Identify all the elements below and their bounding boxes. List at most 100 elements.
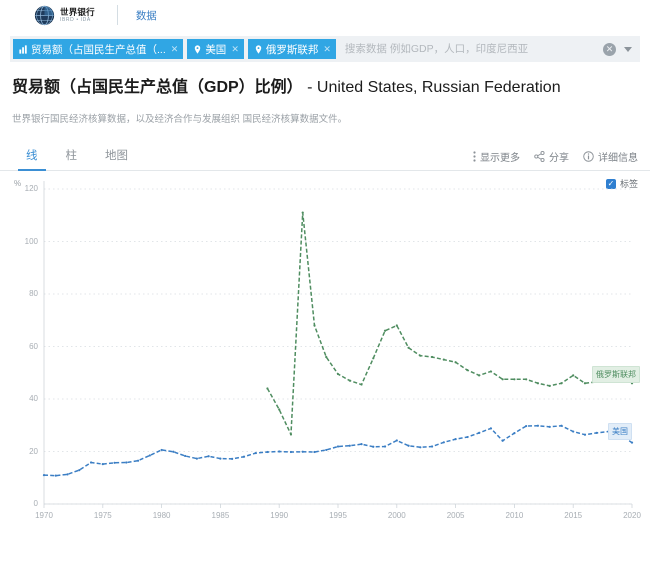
data-point [313,324,315,326]
nav-link-data[interactable]: 数据 [136,8,157,23]
page-title-cn: 贸易额（占国民生产总值（GDP）比例） [12,79,303,96]
search-tag-indicator[interactable]: 贸易额（占国民生产总值（... ✕ [13,39,183,59]
data-point [219,458,221,460]
data-point [431,445,433,447]
data-point [243,456,245,458]
data-point [537,382,539,384]
chart-tabs-row: 线 柱 地图 显示更多 [0,141,650,171]
series-label-russian-federation[interactable]: 俄罗斯联邦 [592,366,640,383]
data-point [513,432,515,434]
data-point [266,451,268,453]
chart-container: % ✓ 标签 020406080100120197019751980198519… [0,171,650,539]
chevron-down-icon[interactable] [624,47,632,52]
data-point [313,451,315,453]
data-point [125,461,127,463]
data-point [172,451,174,453]
data-point [419,355,421,357]
x-axis-tick-label: 2010 [505,511,523,520]
data-point [113,462,115,464]
world-bank-logo[interactable]: 世界银行 IBRD • IDA [34,5,95,26]
x-axis-tick-label: 1985 [211,511,229,520]
data-point [208,455,210,457]
data-point [325,449,327,451]
data-point [302,451,304,453]
data-point [266,387,268,389]
tab-bar[interactable]: 柱 [52,147,92,170]
data-point [372,446,374,448]
map-pin-icon [254,45,263,54]
page-title: 贸易额（占国民生产总值（GDP）比例） - United States, Rus… [12,76,636,101]
y-axis-tick-label: 0 [12,499,38,508]
search-tag-united-states[interactable]: 美国 ✕ [187,39,244,59]
show-more-button[interactable]: 显示更多 [473,149,520,164]
share-icon [534,151,545,162]
header-divider [117,5,118,25]
search-input[interactable] [340,43,603,55]
search-bar[interactable]: 贸易额（占国民生产总值（... ✕ 美国 ✕ 俄罗斯联邦 ✕ [10,36,640,62]
data-point [66,473,68,475]
data-point [560,425,562,427]
globe-icon [34,5,55,26]
data-point [443,441,445,443]
data-point [137,460,139,462]
data-point [337,445,339,447]
series-label-united-states[interactable]: 美国 [608,423,632,440]
data-point [161,449,163,451]
close-icon[interactable]: ✕ [323,44,331,55]
data-point [78,469,80,471]
data-point [255,452,257,454]
share-button[interactable]: 分享 [534,149,569,164]
data-point [584,382,586,384]
y-axis-tick-label: 40 [12,394,38,403]
details-button[interactable]: 详细信息 [583,149,638,164]
data-point [443,359,445,361]
data-point [349,445,351,447]
tab-map[interactable]: 地图 [91,147,142,170]
data-point [302,212,304,214]
data-point [360,384,362,386]
site-header: 世界银行 IBRD • IDA 数据 [0,0,650,30]
data-point [572,374,574,376]
data-point [149,454,151,456]
data-point [372,357,374,359]
data-point [525,425,527,427]
data-point [466,369,468,371]
more-vertical-icon [473,151,476,162]
data-point [102,463,104,465]
data-point [525,378,527,380]
data-point [596,432,598,434]
close-icon[interactable]: ✕ [171,44,179,55]
chart-tabs: 线 柱 地图 [12,147,142,170]
data-point [184,455,186,457]
search-tag-label: 美国 [205,42,226,57]
tab-line[interactable]: 线 [12,147,52,170]
data-point [478,374,480,376]
y-axis-tick-label: 80 [12,289,38,298]
x-axis-tick-label: 2020 [623,511,641,520]
logo-text: 世界银行 IBRD • IDA [60,8,95,23]
data-point [584,434,586,436]
search-tag-russian-federation[interactable]: 俄罗斯联邦 ✕ [248,39,336,59]
clear-search-icon[interactable]: ✕ [603,43,616,56]
info-icon [583,151,594,162]
x-axis-tick-label: 2000 [388,511,406,520]
page-subtitle: 世界银行国民经济核算数据，以及经济合作与发展组织 国民经济核算数据文件。 [12,113,636,127]
data-point [231,458,233,460]
data-point [549,426,551,428]
page-title-en: - United States, Russian Federation [303,79,561,96]
data-point [466,436,468,438]
y-axis-tick-label: 60 [12,342,38,351]
line-chart-plot[interactable] [0,171,650,539]
series-line-united-states [44,426,632,476]
data-point [490,370,492,372]
chart-toolbar: 显示更多 分享 详细信息 [473,149,638,170]
data-point [572,430,574,432]
data-point [290,451,292,453]
data-point [278,408,280,410]
y-axis-tick-label: 100 [12,237,38,246]
search-tag-label: 俄罗斯联邦 [266,42,319,57]
x-axis-tick-label: 1975 [94,511,112,520]
x-axis-tick-label: 2015 [564,511,582,520]
show-more-label: 显示更多 [480,149,520,164]
close-icon[interactable]: ✕ [231,44,239,55]
